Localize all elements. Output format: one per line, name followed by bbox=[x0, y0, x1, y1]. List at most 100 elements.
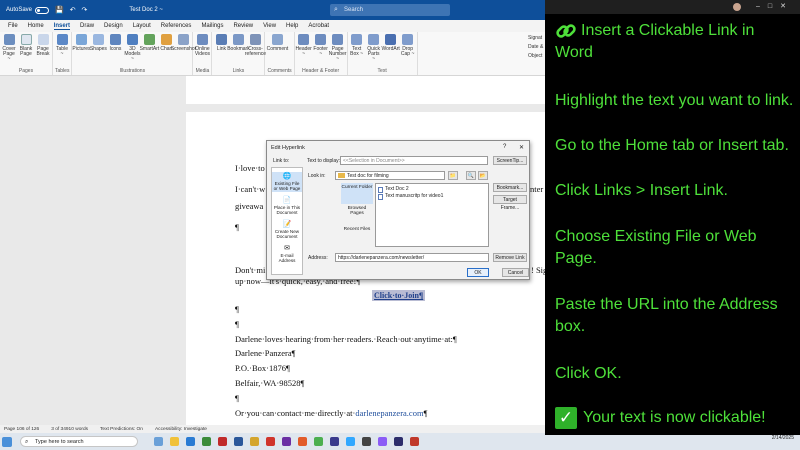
edit-hyperlink-dialog: Edit Hyperlink ? ✕ Link to: Text to disp… bbox=[266, 140, 530, 280]
tab-acrobat[interactable]: Acrobat bbox=[308, 23, 329, 29]
tab-mailings[interactable]: Mailings bbox=[201, 23, 223, 29]
recent-files-option[interactable]: Recent Files bbox=[341, 225, 373, 246]
word-icon[interactable] bbox=[234, 437, 243, 446]
tab-file[interactable]: File bbox=[8, 23, 18, 29]
tab-references[interactable]: References bbox=[161, 23, 192, 29]
tab-review[interactable]: Review bbox=[233, 23, 253, 29]
word-count[interactable]: 3 of 34910 words bbox=[51, 427, 88, 432]
avatar[interactable] bbox=[733, 3, 741, 11]
tab-draw[interactable]: Draw bbox=[80, 23, 94, 29]
blank-page-button[interactable]: Blank Page bbox=[19, 34, 33, 68]
bookmark-button[interactable]: Bookmark bbox=[227, 34, 250, 68]
online-videos-button[interactable]: Online Videos bbox=[195, 34, 210, 68]
icons-button[interactable]: Icons bbox=[108, 34, 122, 68]
link-to-new-document[interactable]: 📝 Create New Document bbox=[272, 220, 302, 240]
link-to-existing-file[interactable]: 🌐 Existing File or Web Page bbox=[272, 172, 302, 192]
help-icon[interactable]: ? bbox=[503, 144, 506, 150]
ok-button[interactable]: OK bbox=[467, 268, 489, 277]
acrobat-icon[interactable] bbox=[266, 437, 275, 446]
click-to-join-link[interactable]: Click·to·Join¶ bbox=[372, 290, 426, 301]
weather-icon[interactable] bbox=[2, 436, 12, 447]
page-break-button[interactable]: Page Break bbox=[36, 34, 50, 68]
smartart-button[interactable]: SmartArt bbox=[140, 34, 159, 68]
wordart-button[interactable]: WordArt bbox=[382, 34, 400, 68]
table-button[interactable]: Table ~ bbox=[55, 34, 69, 68]
look-in-select[interactable]: Test doc for filming bbox=[335, 171, 445, 180]
signature-line-item[interactable]: Signat bbox=[528, 34, 543, 43]
tab-insert[interactable]: Insert bbox=[53, 23, 71, 30]
premiere-icon[interactable] bbox=[394, 437, 403, 446]
file-item[interactable]: Text manuscritp for video1 bbox=[378, 193, 486, 200]
app-icon[interactable] bbox=[298, 437, 307, 446]
document-title[interactable]: Test Doc 2 ~ bbox=[129, 7, 163, 13]
text-to-display-input[interactable]: <<Selection in Document>> bbox=[340, 156, 488, 165]
edge-icon[interactable] bbox=[186, 437, 195, 446]
quick-access-icons[interactable]: 💾 ↶ ↷ bbox=[55, 6, 89, 14]
app-icon[interactable] bbox=[330, 437, 339, 446]
target-frame-button[interactable]: Target Frame... bbox=[493, 195, 527, 211]
file-explorer-icon[interactable] bbox=[170, 437, 179, 446]
comment-button[interactable]: Comment bbox=[267, 34, 288, 68]
tab-home[interactable]: Home bbox=[28, 23, 44, 29]
app-icon[interactable] bbox=[282, 437, 291, 446]
remove-link-button[interactable]: Remove Link bbox=[493, 253, 527, 262]
autosave-toggle[interactable] bbox=[35, 6, 50, 14]
group-label-text: Text bbox=[377, 68, 387, 74]
app-icon[interactable] bbox=[202, 437, 211, 446]
website-link[interactable]: darlenepanzera.com bbox=[355, 408, 423, 418]
taskbar-search[interactable]: ⌕ Type here to search bbox=[20, 436, 138, 447]
screenshot-button[interactable]: Screenshot bbox=[171, 34, 196, 68]
cancel-button[interactable]: Cancel bbox=[502, 268, 529, 277]
link-to-email[interactable]: ✉ E-mail Address bbox=[272, 244, 302, 264]
app-icon[interactable] bbox=[410, 437, 419, 446]
3d-models-button[interactable]: 3D Models ~ bbox=[124, 34, 141, 68]
cross-reference-button[interactable]: Cross-reference bbox=[245, 34, 266, 68]
text-box-button[interactable]: Text Box ~ bbox=[350, 34, 364, 68]
tab-view[interactable]: View bbox=[263, 23, 276, 29]
tab-help[interactable]: Help bbox=[286, 23, 298, 29]
object-item[interactable]: Object bbox=[528, 52, 543, 61]
close-icon[interactable]: ✕ bbox=[519, 144, 524, 151]
date-time-item[interactable]: Date & bbox=[528, 43, 543, 52]
address-input[interactable]: https://darlenepanzera.com/newsletter/ bbox=[335, 253, 489, 262]
tutorial-step-4: Choose Existing File or Web Page. bbox=[555, 228, 757, 267]
pictures-button[interactable]: Pictures bbox=[72, 34, 90, 68]
up-folder-icon[interactable]: 📁 bbox=[448, 171, 458, 180]
link-to-place-in-document[interactable]: 📄 Place in This Document bbox=[272, 196, 302, 216]
browse-file-icon[interactable]: 📂 bbox=[478, 171, 488, 180]
photoshop-icon[interactable] bbox=[346, 437, 355, 446]
drop-cap-button[interactable]: Drop Cap ~ bbox=[401, 34, 415, 68]
chrome-icon[interactable] bbox=[314, 437, 323, 446]
text-predictions[interactable]: Text Predictions: On bbox=[100, 427, 143, 432]
footer-button[interactable]: Footer ~ bbox=[313, 34, 328, 68]
shapes-button[interactable]: Shapes bbox=[90, 34, 107, 68]
app-icon[interactable] bbox=[378, 437, 387, 446]
taskbar-clock[interactable]: 2/14/2025 bbox=[772, 435, 794, 441]
cover-page-button[interactable]: Cover Page ~ bbox=[2, 34, 16, 68]
browsed-pages-option[interactable]: Browsed Pages bbox=[341, 204, 373, 225]
file-item[interactable]: Text Doc 2 bbox=[378, 186, 486, 193]
ribbon-group-pages: Cover Page ~ Blank Page Page Break Pages bbox=[0, 32, 53, 75]
header-button[interactable]: Header ~ bbox=[295, 34, 312, 68]
tab-design[interactable]: Design bbox=[104, 23, 123, 29]
window-controls[interactable]: –□✕ bbox=[756, 2, 794, 10]
app-icon[interactable] bbox=[218, 437, 227, 446]
current-folder-option[interactable]: Current Folder bbox=[341, 183, 373, 204]
ribbon-group-comments: Comment Comments bbox=[265, 32, 295, 75]
ribbon-group-text: Text Box ~ Quick Parts ~ WordArt Drop Ca… bbox=[348, 32, 418, 75]
app-icon[interactable] bbox=[250, 437, 259, 446]
task-view-icon[interactable] bbox=[154, 437, 163, 446]
page-number-button[interactable]: Page Number ~ bbox=[329, 34, 347, 68]
quick-parts-button[interactable]: Quick Parts ~ bbox=[367, 34, 381, 68]
group-label-header-footer: Header & Footer bbox=[302, 68, 340, 74]
page-count[interactable]: Page 106 of 126 bbox=[4, 427, 39, 432]
search-box[interactable]: ⌕ Search bbox=[330, 4, 450, 16]
browse-web-icon[interactable]: 🔍 bbox=[466, 171, 476, 180]
bookmark-dialog-button[interactable]: Bookmark... bbox=[493, 183, 527, 192]
screentip-button[interactable]: ScreenTip... bbox=[493, 156, 527, 165]
tutorial-step-3: Click Links > Insert Link. bbox=[555, 182, 728, 199]
accessibility-status[interactable]: Accessibility: Investigate bbox=[155, 427, 207, 432]
autosave[interactable]: AutoSave bbox=[6, 6, 50, 14]
app-icon[interactable] bbox=[362, 437, 371, 446]
tab-layout[interactable]: Layout bbox=[133, 23, 151, 29]
